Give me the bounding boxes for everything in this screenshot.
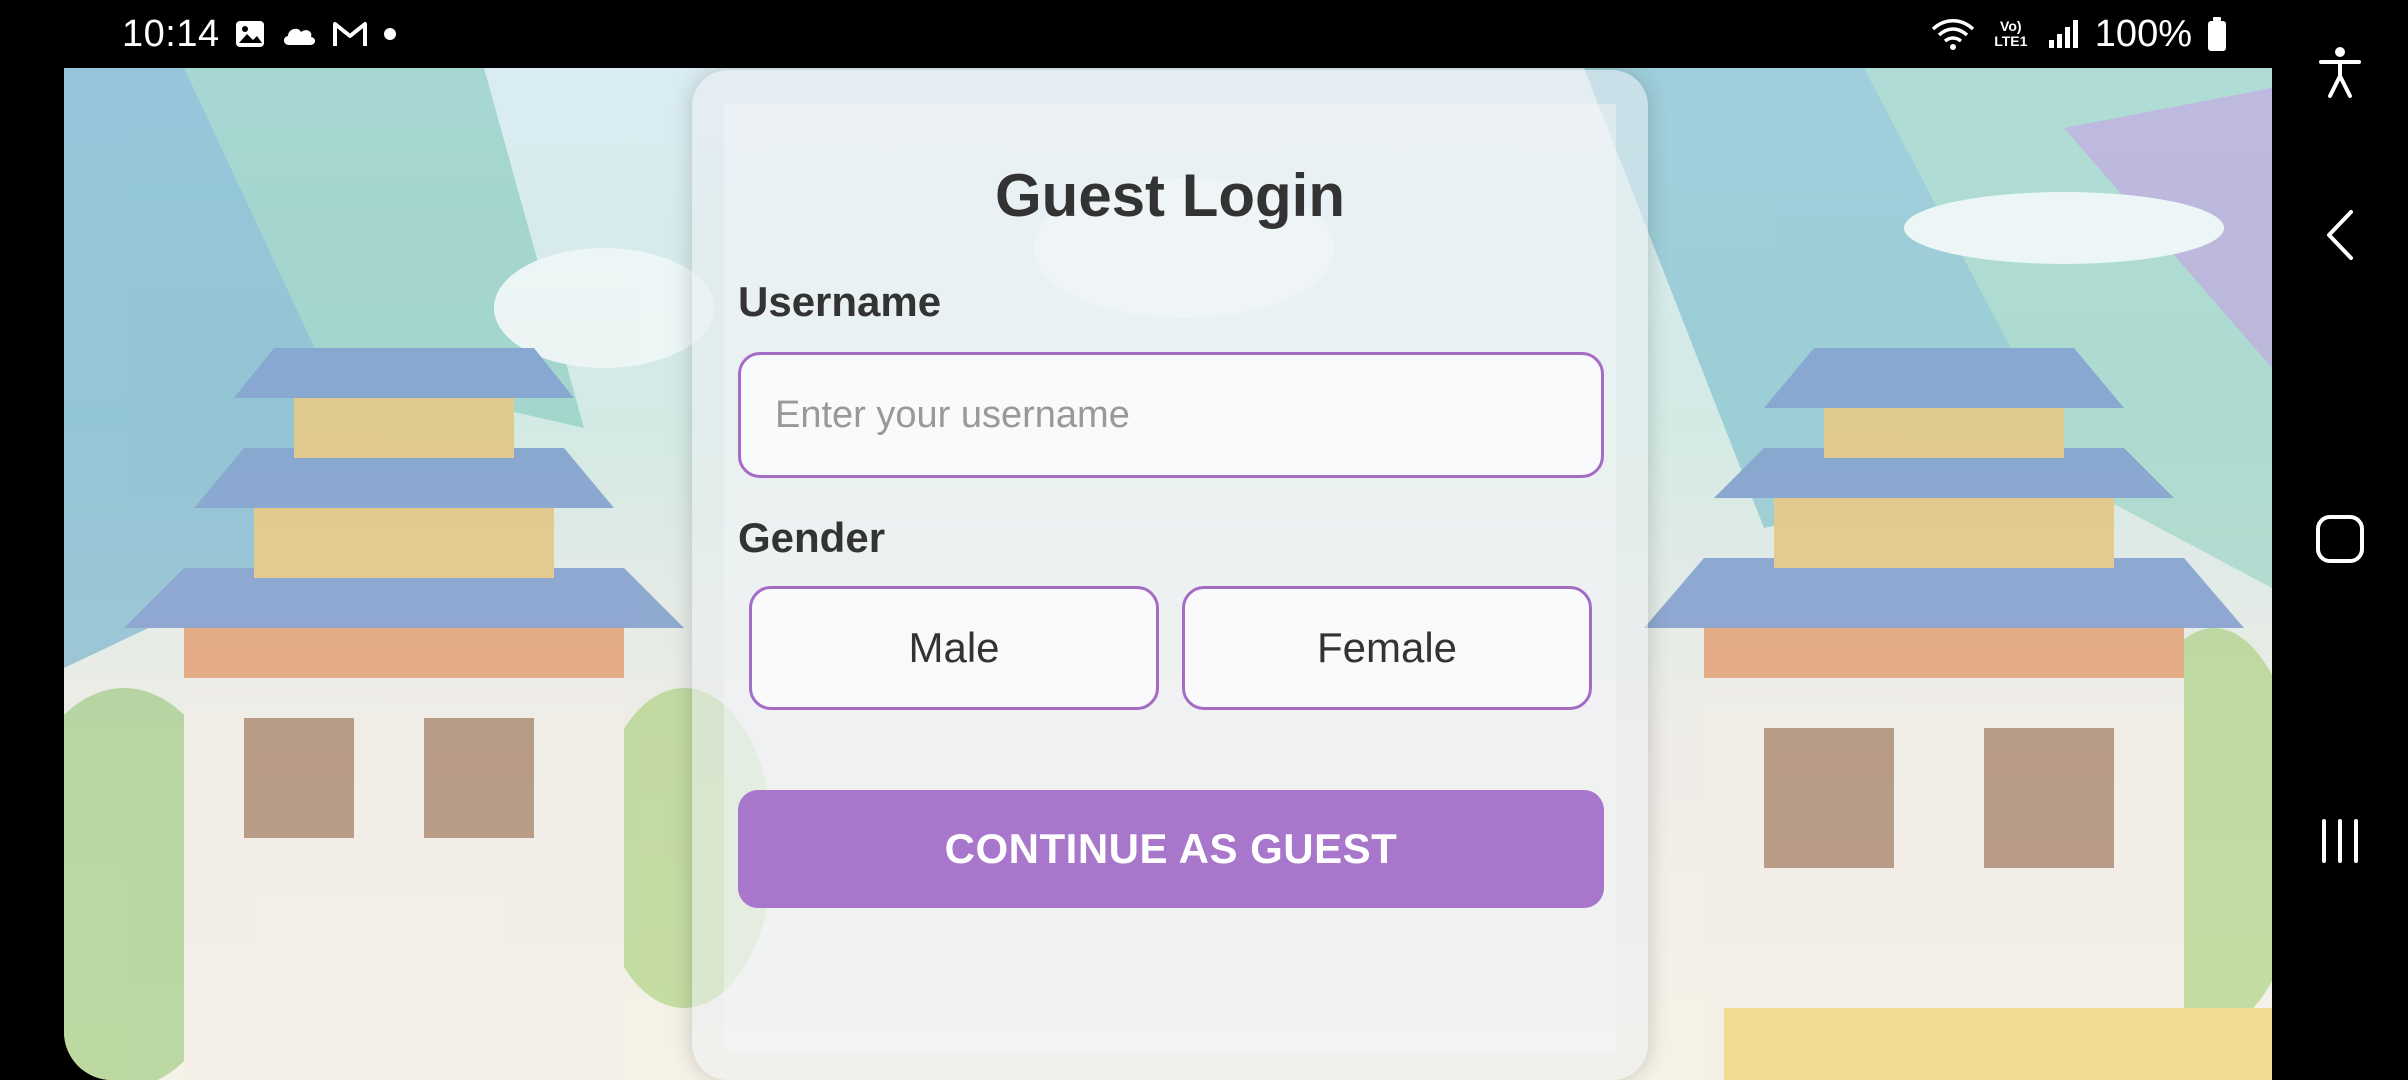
gender-male-button[interactable]: Male bbox=[749, 586, 1159, 710]
volte-icon: Vo) LTE1 bbox=[1989, 16, 2033, 52]
username-label: Username bbox=[738, 278, 942, 325]
gender-female-button[interactable]: Female bbox=[1182, 586, 1592, 710]
page-title: Guest Login bbox=[995, 162, 1345, 229]
home-icon[interactable] bbox=[2272, 504, 2408, 574]
app-background: Guest Login Username Gender Male Female … bbox=[64, 68, 2272, 1080]
navigation-bar bbox=[2272, 0, 2408, 1080]
gallery-icon bbox=[234, 16, 266, 52]
volte-label: Vo) LTE1 bbox=[1994, 18, 2028, 49]
login-form: Guest Login Username Gender Male Female … bbox=[724, 104, 1616, 1052]
gender-label: Gender bbox=[738, 514, 886, 561]
username-input[interactable] bbox=[738, 352, 1604, 478]
battery-percentage: 100% bbox=[2094, 12, 2192, 55]
wifi-icon bbox=[1931, 16, 1975, 52]
back-icon[interactable] bbox=[2272, 200, 2408, 270]
continue-as-guest-button[interactable]: CONTINUE AS GUEST bbox=[738, 790, 1604, 908]
clock: 10:14 bbox=[122, 12, 220, 55]
cloud-icon bbox=[280, 16, 318, 52]
login-card: Guest Login Username Gender Male Female … bbox=[692, 70, 1648, 1080]
status-bar: 10:14 Vo) LTE1 100% bbox=[0, 0, 2270, 68]
signal-icon bbox=[2047, 16, 2081, 52]
dot-icon bbox=[382, 16, 398, 52]
battery-icon bbox=[2206, 16, 2228, 52]
accessibility-icon[interactable] bbox=[2272, 38, 2408, 108]
recents-icon[interactable] bbox=[2272, 806, 2408, 876]
gmail-icon bbox=[332, 16, 368, 52]
